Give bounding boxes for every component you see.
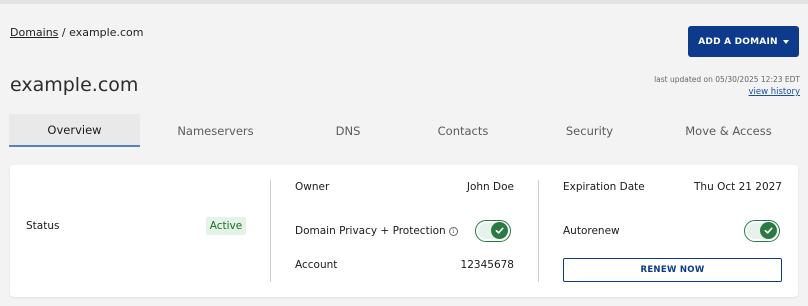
tab-contacts[interactable]: Contacts [405,114,521,147]
status-label: Status [26,220,60,232]
privacy-label-group: Domain Privacy + Protection i [295,225,458,237]
owner-value: John Doe [466,181,514,193]
add-domain-button[interactable]: ADD A DOMAIN [688,26,799,57]
status-badge: Active [206,217,246,235]
tab-security[interactable]: Security [521,114,658,147]
privacy-toggle[interactable] [475,220,511,242]
last-updated-text: last updated on 05/30/2025 12:23 EDT [654,75,800,84]
breadcrumb-current: example.com [69,26,144,39]
view-history-link[interactable]: view history [654,86,800,98]
expiration-value: Thu Oct 21 2027 [694,181,782,193]
page-title: example.com [10,74,139,96]
privacy-label: Domain Privacy + Protection [295,225,446,237]
tab-nameservers[interactable]: Nameservers [140,114,291,147]
info-icon[interactable]: i [448,227,458,236]
owner-label: Owner [295,181,330,193]
autorenew-label: Autorenew [563,225,620,237]
top-border [0,0,808,4]
last-updated-block: last updated on 05/30/2025 12:23 EDT vie… [654,74,800,98]
account-value: 12345678 [460,259,514,271]
autorenew-toggle[interactable] [744,220,780,242]
tab-bar: Overview Nameservers DNS Contacts Securi… [9,114,799,147]
overview-card: Status Active Owner John Doe Domain Priv… [10,165,798,297]
divider [538,180,539,282]
account-label: Account [295,259,338,271]
tab-move-access[interactable]: Move & Access [658,114,799,147]
tab-overview[interactable]: Overview [9,114,140,147]
check-icon [764,227,773,234]
breadcrumb-domains-link[interactable]: Domains [10,26,58,39]
expiration-label: Expiration Date [563,181,645,193]
check-icon [495,227,504,234]
toggle-knob [491,222,508,239]
toggle-knob [760,222,777,239]
chevron-down-icon [782,39,789,44]
divider [270,180,271,282]
tab-dns[interactable]: DNS [291,114,405,147]
add-domain-label: ADD A DOMAIN [698,36,778,47]
breadcrumb-separator: / [58,26,70,39]
breadcrumb: Domains / example.com [10,26,143,39]
renew-now-button[interactable]: RENEW NOW [563,258,782,282]
